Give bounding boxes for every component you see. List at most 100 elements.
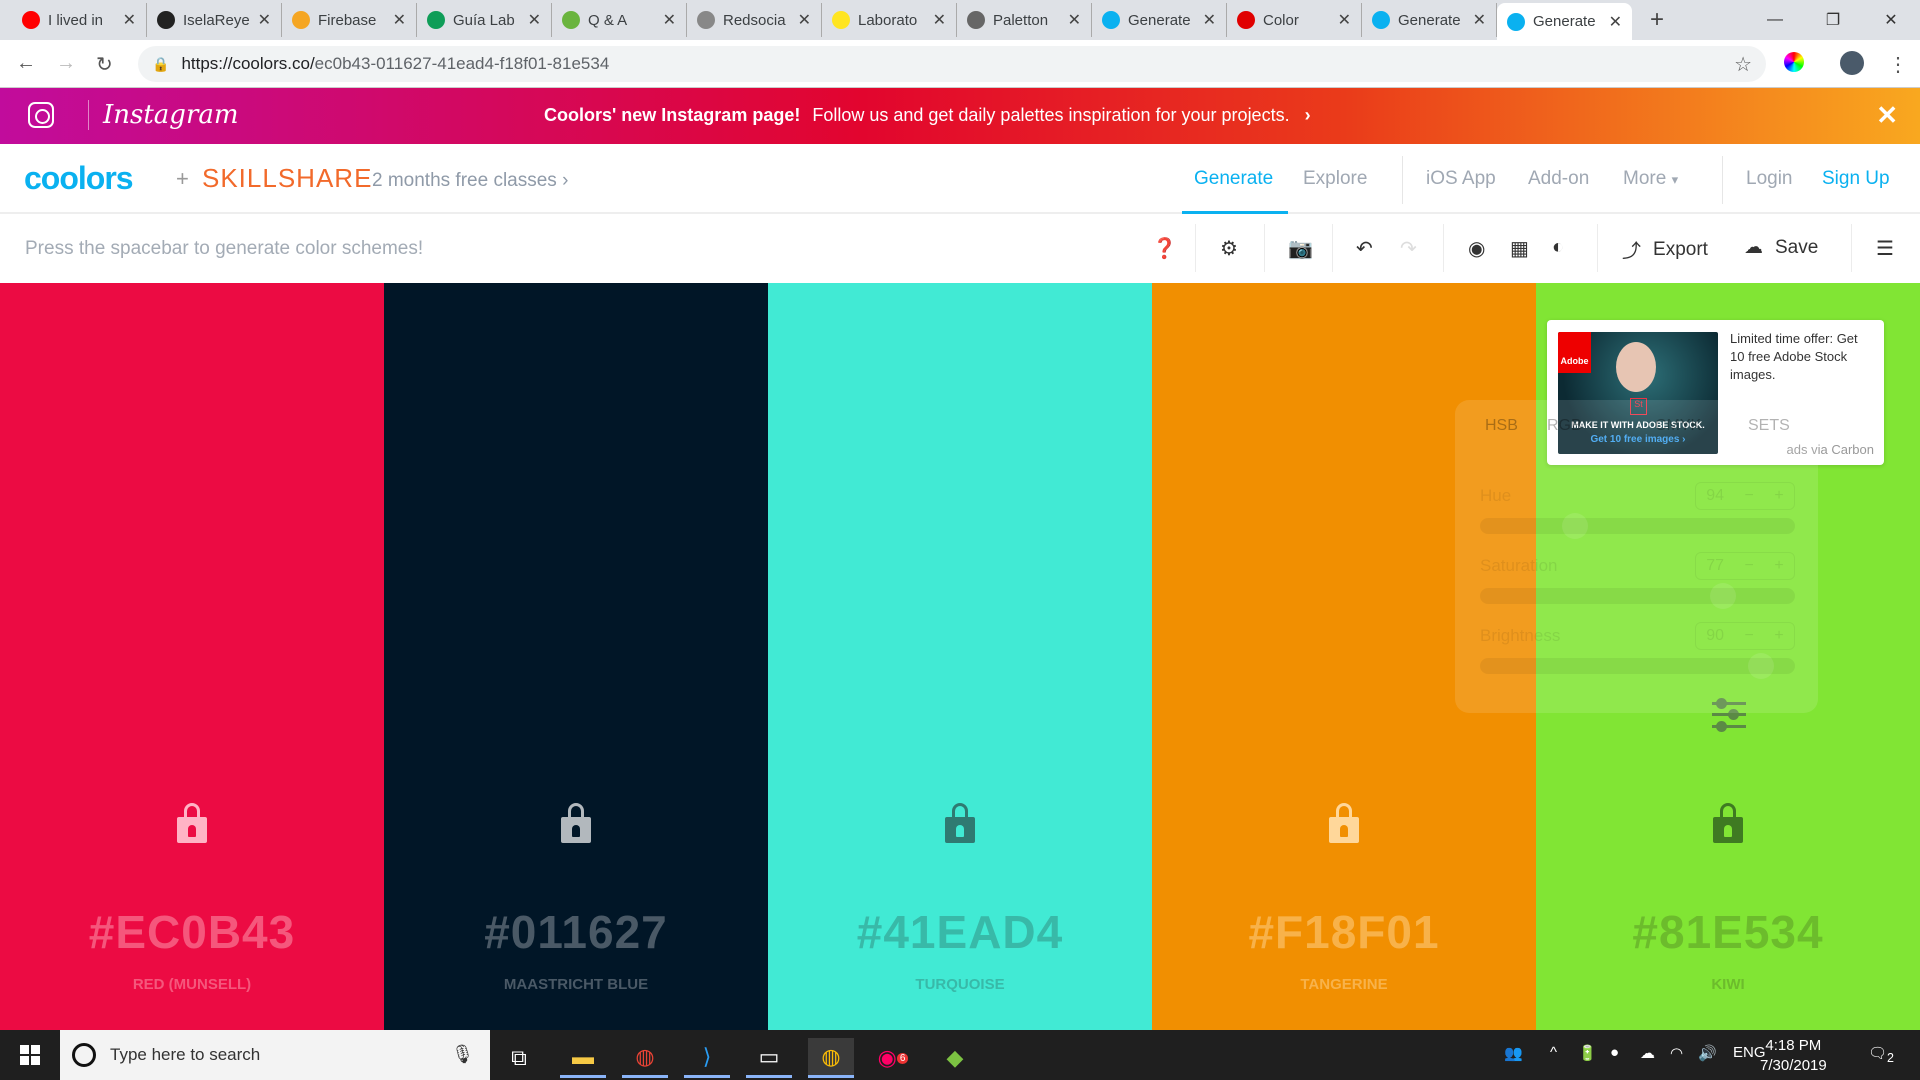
hue-increment[interactable]: + (1774, 487, 1783, 505)
color-swatch[interactable]: #41EAD4 TURQUOISE (768, 283, 1152, 1030)
saturation-increment[interactable]: + (1774, 557, 1783, 575)
close-tab-icon[interactable]: ✕ (1609, 12, 1622, 32)
bookmark-star-icon[interactable]: ☆ (1734, 52, 1752, 77)
browser-tab[interactable]: Guía Lab ✕ (417, 3, 552, 37)
panel-tab-hsb[interactable]: HSB (1485, 417, 1518, 435)
close-tab-icon[interactable]: ✕ (933, 10, 946, 30)
browser-tab[interactable]: Color ✕ (1227, 3, 1362, 37)
nav-generate[interactable]: Generate (1194, 168, 1273, 190)
wifi-icon[interactable]: ◠ (1670, 1044, 1683, 1062)
color-hex[interactable]: #011627 (384, 905, 768, 959)
task-view-icon[interactable]: ⧉ (496, 1038, 542, 1078)
chrome-menu-icon[interactable]: ⋮ (1888, 52, 1908, 77)
color-hex[interactable]: #41EAD4 (768, 905, 1152, 959)
saturation-slider[interactable] (1480, 583, 1795, 609)
clock[interactable]: 4:18 PM 7/30/2019 (1760, 1036, 1827, 1076)
banner-message[interactable]: Coolors' new Instagram page! Follow us an… (544, 105, 1311, 126)
panel-tab-rgb[interactable]: RGB (1547, 417, 1582, 435)
lock-icon[interactable] (177, 803, 207, 843)
color-blind-icon[interactable]: ◐ (1552, 236, 1564, 259)
browser-tab[interactable]: Redsocia ✕ (687, 3, 822, 37)
lock-icon[interactable] (561, 803, 591, 843)
forward-button[interactable]: → (56, 52, 76, 75)
nav-login[interactable]: Login (1746, 168, 1793, 190)
colorpick-extension-icon[interactable] (1784, 52, 1804, 72)
panel-tab-cmyk[interactable]: CMYK (1655, 417, 1701, 435)
close-tab-icon[interactable]: ✕ (258, 10, 271, 30)
windows-start-icon[interactable] (20, 1045, 40, 1065)
close-tab-icon[interactable]: ✕ (1068, 10, 1081, 30)
show-hidden-icons[interactable]: ^ (1550, 1044, 1557, 1061)
hue-decrement[interactable]: − (1745, 487, 1754, 505)
lock-icon[interactable] (1329, 803, 1359, 843)
reload-button[interactable]: ↻ (96, 52, 113, 77)
close-banner-icon[interactable]: ✕ (1876, 100, 1898, 131)
close-window-button[interactable]: ✕ (1862, 0, 1920, 40)
close-tab-icon[interactable]: ✕ (1203, 10, 1216, 30)
close-tab-icon[interactable]: ✕ (798, 10, 811, 30)
color-swatch[interactable]: #011627 MAASTRICHT BLUE (384, 283, 768, 1030)
browser-tab[interactable]: Paletton ✕ (957, 3, 1092, 37)
undo-icon[interactable]: ↶ (1356, 236, 1373, 261)
file-explorer-icon[interactable]: ▬ (560, 1038, 606, 1078)
terminal-icon[interactable]: ▭ (746, 1038, 792, 1078)
battery-icon[interactable]: 🔋 (1578, 1044, 1597, 1062)
brightness-slider[interactable] (1480, 653, 1795, 679)
chrome-icon[interactable]: ◍ (622, 1038, 668, 1078)
profile-avatar[interactable] (1840, 51, 1864, 75)
export-button[interactable]: ⤴ Export (1622, 236, 1708, 263)
browser-tab[interactable]: Generate ✕ (1497, 3, 1632, 40)
panel-tab-sets[interactable]: SETS (1748, 417, 1790, 435)
close-tab-icon[interactable]: ✕ (1338, 10, 1351, 30)
brightness-decrement[interactable]: − (1745, 627, 1754, 645)
color-hex[interactable]: #81E534 (1536, 905, 1920, 959)
camera-icon[interactable]: 📷 (1288, 236, 1313, 261)
chrome-window-icon[interactable]: ◍ (808, 1038, 854, 1078)
instagram-banner[interactable]: Instagram Coolors' new Instagram page! Fo… (0, 88, 1920, 144)
brightness-value[interactable]: 90 (1706, 627, 1724, 645)
url-input[interactable]: 🔒 https://coolors.co/ec0b43-011627-41ead… (138, 46, 1766, 82)
skillshare-logo[interactable]: SKILLSHARE (202, 163, 372, 194)
git-kraken-icon[interactable]: ◆ (932, 1038, 978, 1078)
brightness-increment[interactable]: + (1774, 627, 1783, 645)
saturation-value[interactable]: 77 (1706, 557, 1724, 575)
close-tab-icon[interactable]: ✕ (393, 10, 406, 30)
volume-icon[interactable]: 🔊 (1698, 1044, 1717, 1062)
close-tab-icon[interactable]: ✕ (528, 10, 541, 30)
nav-add-on[interactable]: Add-on (1528, 168, 1589, 190)
taskbar-search-input[interactable]: Type here to search 🎙 (60, 1030, 490, 1080)
hue-slider[interactable] (1480, 513, 1795, 539)
security-icon[interactable]: ● (1610, 1044, 1619, 1061)
ad-text[interactable]: Limited time offer: Get 10 free Adobe St… (1730, 330, 1870, 384)
hue-value[interactable]: 94 (1706, 487, 1724, 505)
redo-icon[interactable]: ↷ (1400, 236, 1417, 261)
vscode-icon[interactable]: ⟩ (684, 1038, 730, 1078)
new-tab-button[interactable]: + (1650, 6, 1664, 34)
close-tab-icon[interactable]: ✕ (663, 10, 676, 30)
browser-tab[interactable]: Q & A ✕ (552, 3, 687, 37)
onedrive-icon[interactable]: ☁ (1640, 1044, 1655, 1062)
save-button[interactable]: ☁ Save (1744, 236, 1818, 259)
nav-explore[interactable]: Explore (1303, 168, 1367, 190)
nav-ios-app[interactable]: iOS App (1426, 168, 1496, 190)
lock-icon[interactable] (945, 803, 975, 843)
close-tab-icon[interactable]: ✕ (123, 10, 136, 30)
nav-more[interactable]: More ▾ (1623, 168, 1678, 190)
people-icon[interactable]: 👥 (1504, 1044, 1523, 1062)
browser-tab[interactable]: Generate ✕ (1362, 3, 1497, 37)
coolors-logo[interactable]: coolors (24, 160, 134, 197)
grid-icon[interactable]: ▦ (1510, 236, 1529, 261)
browser-tab[interactable]: IselaReye ✕ (147, 3, 282, 37)
lock-icon[interactable] (1713, 803, 1743, 843)
saturation-decrement[interactable]: − (1745, 557, 1754, 575)
maximize-button[interactable]: ❐ (1804, 0, 1862, 40)
view-eye-icon[interactable]: ◉ (1468, 236, 1485, 261)
app-with-badge-icon[interactable]: ◉ 6 (870, 1038, 916, 1078)
color-hex[interactable]: #F18F01 (1152, 905, 1536, 959)
promo-link[interactable]: 2 months free classes › (372, 170, 568, 192)
color-swatch[interactable]: #EC0B43 RED (MUNSELL) (0, 283, 384, 1030)
close-tab-icon[interactable]: ✕ (1473, 10, 1486, 30)
nav-sign-up[interactable]: Sign Up (1822, 168, 1890, 190)
browser-tab[interactable]: Laborato ✕ (822, 3, 957, 37)
hamburger-menu-icon[interactable]: ☰ (1876, 236, 1894, 261)
